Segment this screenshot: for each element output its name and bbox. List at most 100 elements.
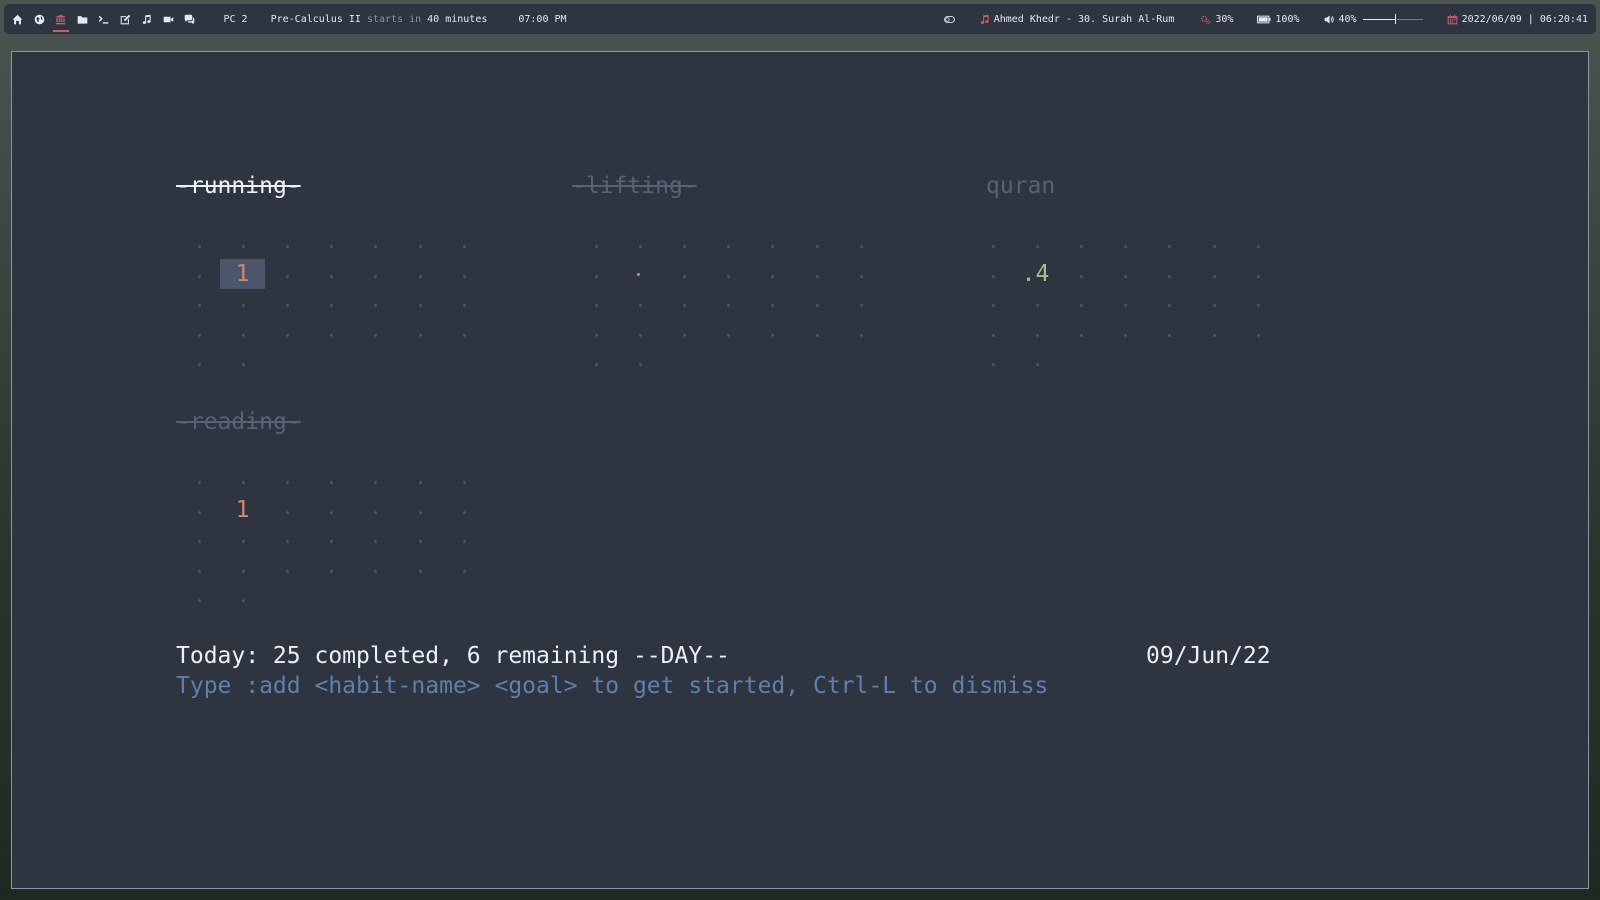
home-icon [12, 14, 23, 24]
workspace-terminal[interactable] [93, 4, 115, 34]
university-icon [55, 14, 66, 24]
habit-title[interactable]: -reading- [176, 407, 301, 437]
habit-day-dot [992, 363, 995, 366]
calendar-icon [1447, 14, 1457, 24]
habit-day-dot [771, 333, 775, 337]
habit-day-dot [727, 304, 731, 307]
habit-today-cell[interactable]: 1 [220, 259, 265, 289]
habit-title[interactable]: -running- [176, 171, 301, 201]
habit-day-dot [992, 333, 995, 337]
datetime-module[interactable]: 2022/06/09 | 06:20:41 [1447, 4, 1588, 34]
pc-label: PC 2 [223, 13, 248, 25]
habit-day-dot [1212, 245, 1216, 248]
habit-day-dot [330, 274, 334, 278]
habit-day-dot [374, 481, 378, 484]
volume-module[interactable]: 40% [1324, 4, 1423, 34]
habit-day-dot [595, 245, 598, 248]
cpu-module: 30% [1200, 4, 1233, 34]
workspace-editor[interactable] [115, 4, 137, 34]
habit-day-dot [1124, 333, 1128, 337]
workspace-chat[interactable] [179, 4, 201, 34]
habit-day-dot [286, 245, 290, 248]
habit-day-dot [462, 481, 466, 484]
workspace-files[interactable] [72, 4, 94, 34]
globe-icon [34, 14, 45, 24]
habit-day-dot [1080, 245, 1084, 248]
toggle-module[interactable] [943, 4, 959, 34]
habit-day-dot [859, 245, 863, 248]
habit-day-dot [639, 304, 643, 307]
habit-day-dot [727, 333, 731, 337]
workspace-home[interactable] [7, 4, 29, 34]
habit-day-dot [418, 333, 422, 337]
habit-today-cell[interactable] [637, 273, 640, 276]
habit-day-dot [330, 569, 334, 573]
habit-day-dot [992, 245, 995, 248]
habit-day-dot [198, 599, 201, 602]
now-playing-text: Ahmed Khedr - 30. Surah Al-Rum [993, 13, 1175, 25]
habit-day-dot [286, 274, 290, 278]
habit-day-dot [595, 363, 598, 366]
event-time: 07:00 PM [518, 13, 567, 25]
volume-slider[interactable] [1362, 14, 1423, 24]
video-icon [163, 16, 174, 22]
habit-day-dot [242, 540, 246, 543]
habit-day-dot [330, 333, 334, 337]
habit-day-dot [198, 304, 201, 307]
habit-title[interactable]: -lifting- [572, 171, 697, 201]
habit-day-dot [815, 333, 819, 337]
habit-day-dot [286, 569, 290, 573]
event-name: Pre-Calculus II [270, 13, 361, 25]
habit-day-dot [198, 274, 201, 278]
habit-title[interactable]: quran [986, 171, 1055, 201]
habit-day-dot [1256, 304, 1260, 307]
habit-day-dot [286, 540, 290, 543]
habit-day-dot [198, 333, 201, 337]
habit-day-dot [1168, 333, 1172, 337]
calendar-event[interactable]: Pre-Calculus II starts in 40 minutes [271, 14, 488, 25]
workspace-switcher [4, 4, 201, 34]
habit-today-cell[interactable]: .4 [1013, 259, 1058, 289]
workspace-video[interactable] [158, 4, 180, 34]
habit-day-dot [286, 304, 290, 307]
habit-day-dot [639, 333, 643, 337]
habit-tracker-window[interactable]: -running- 1 -lifting- quran .4 -reading-… [11, 51, 1589, 889]
habit-day-dot [1080, 333, 1084, 337]
habit-day-dot [286, 510, 290, 514]
edit-icon [120, 14, 131, 24]
folder-icon [77, 15, 88, 24]
habit-day-dot [198, 245, 201, 248]
now-playing-module[interactable]: Ahmed Khedr - 30. Surah Al-Rum [979, 4, 1175, 34]
habit-day-dot [198, 481, 201, 484]
workspace-music[interactable] [136, 4, 158, 34]
habit-day-dot [1080, 304, 1084, 307]
habit-day-dot [462, 569, 466, 573]
battery-icon [1257, 15, 1271, 23]
habit-day-dot [727, 245, 731, 248]
habit-day-dot [1212, 304, 1216, 307]
habit-day-dot [374, 333, 378, 337]
habit-day-dot [595, 274, 598, 278]
status-summary: Today: 25 completed, 6 remaining --DAY-- [176, 643, 730, 669]
habit-day-dot [859, 333, 863, 337]
habit-day-dot [1212, 274, 1216, 278]
workspace-browser[interactable] [29, 4, 51, 34]
habit-day-dot [242, 304, 246, 307]
habit-day-dot [242, 569, 246, 573]
workspace-university[interactable] [50, 4, 72, 34]
habit-day-dot [1036, 363, 1040, 366]
habit-day-dot [374, 304, 378, 307]
habit-day-dot [462, 510, 466, 514]
habit-day-dot [1080, 274, 1084, 278]
habit-day-dot [727, 274, 731, 278]
habit-day-dot [595, 333, 598, 337]
habit-today-cell: 1 [235, 497, 250, 523]
chat-icon [184, 14, 195, 24]
habit-day-dot [1036, 245, 1040, 248]
habit-day-dot [1036, 304, 1040, 307]
habit-day-dot [462, 274, 466, 278]
habit-day-dot [1124, 274, 1128, 278]
habit-day-dot [771, 274, 775, 278]
habit-day-dot [418, 569, 422, 573]
habit-day-dot [639, 363, 643, 366]
